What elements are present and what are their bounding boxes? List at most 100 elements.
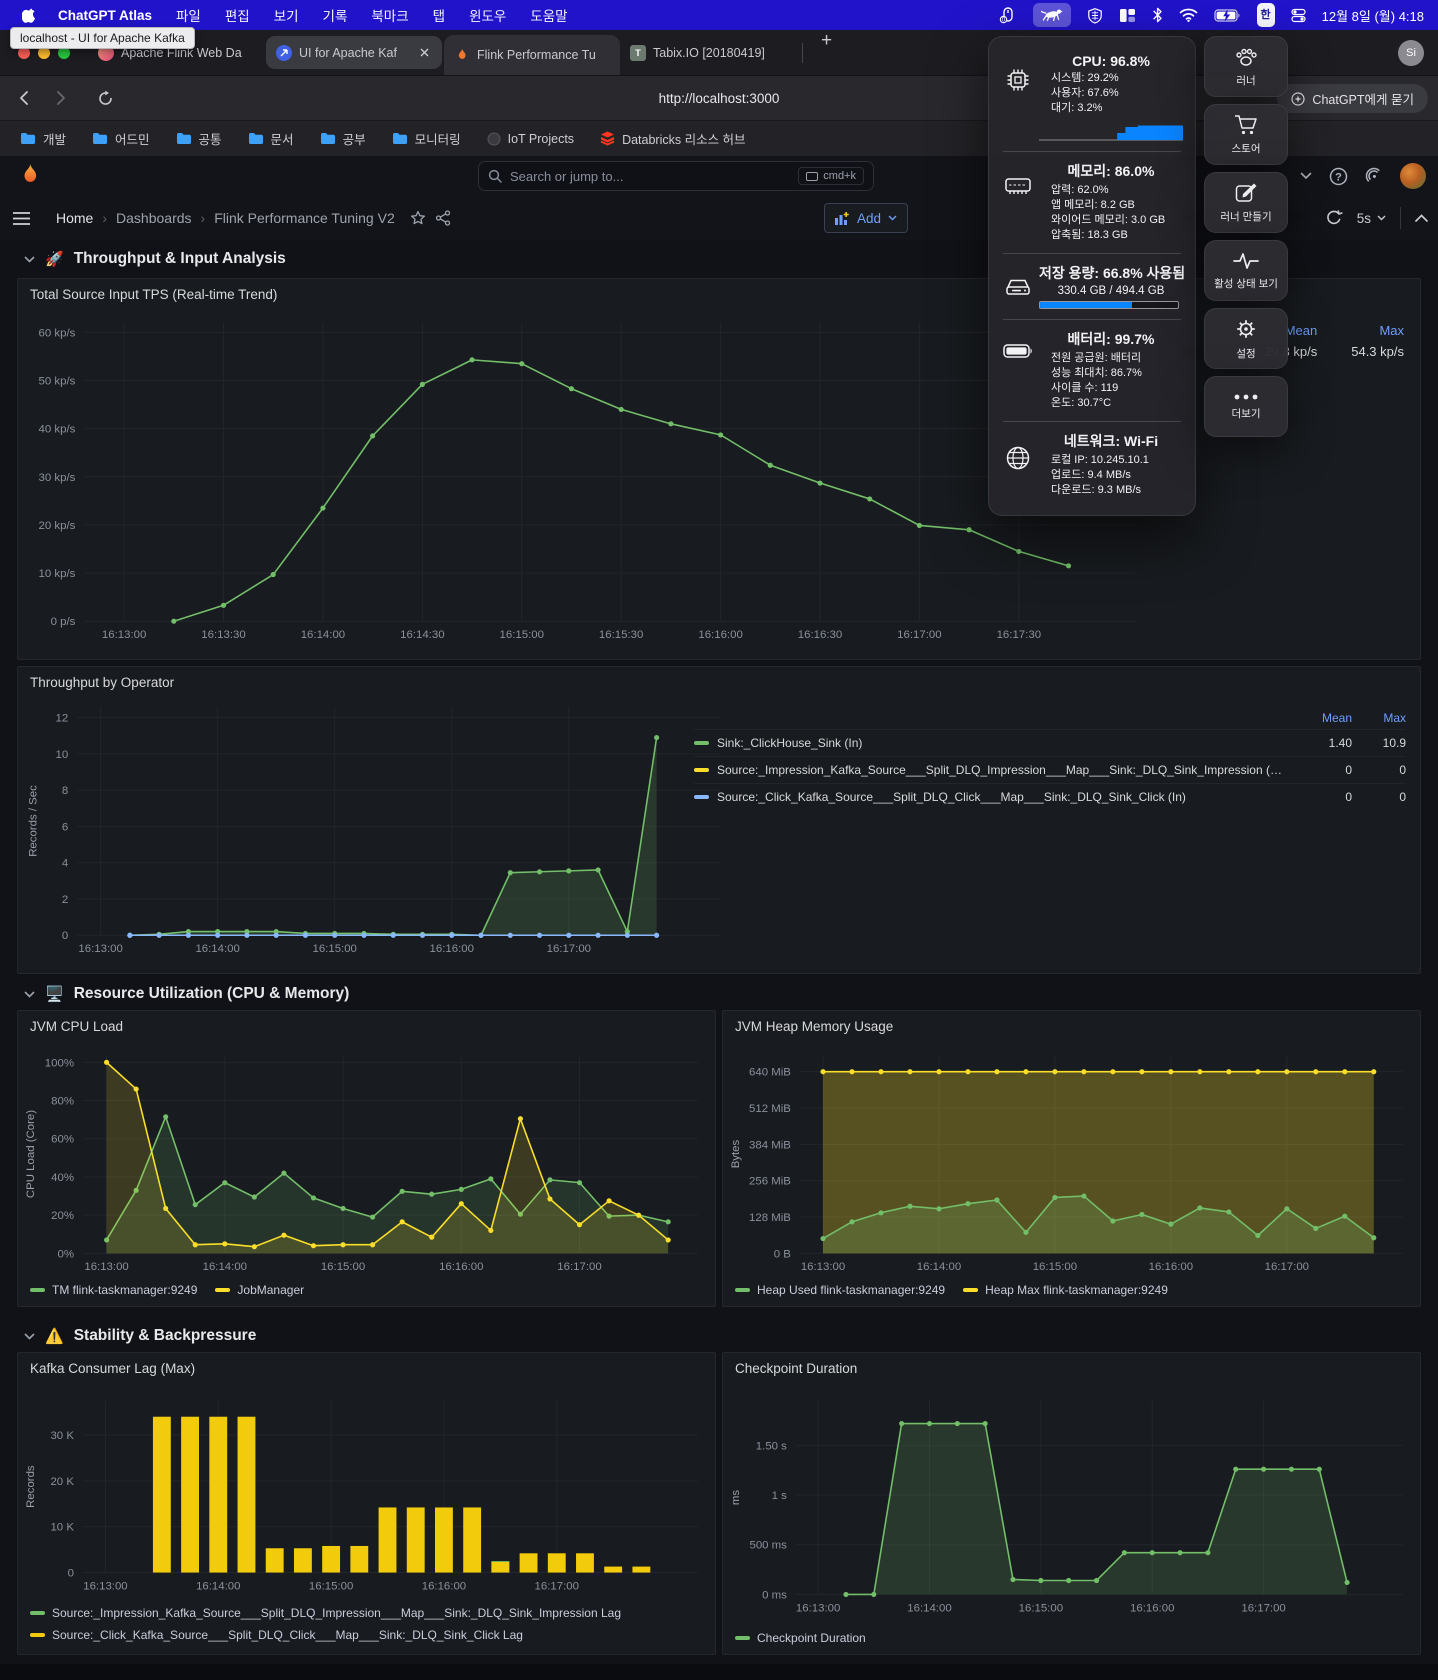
legend-table-row: Source:_Impression_Kafka_Source___Split_… <box>694 756 1406 783</box>
bookmark-item[interactable]: 어드민 <box>92 129 150 148</box>
battery-charging-icon[interactable] <box>1213 3 1241 27</box>
ellipsis-icon <box>1233 393 1259 401</box>
view-activity-button[interactable]: 활성 상태 보기 <box>1204 240 1288 301</box>
section-resource-utilization[interactable]: 🖥️ Resource Utilization (CPU & Memory) <box>24 985 349 1003</box>
create-runner-button[interactable]: 러너 만들기 <box>1204 172 1288 233</box>
menubar-menu[interactable]: 도움말 <box>530 5 567 25</box>
legend-item[interactable]: JobManager <box>215 1283 304 1297</box>
bookmark-item[interactable]: 모니터링 <box>392 129 461 148</box>
series-name[interactable]: Source:_Impression_Kafka_Source___Split_… <box>717 763 1282 777</box>
legend-item[interactable]: TM flink-taskmanager:9249 <box>30 1283 197 1297</box>
store-button[interactable]: 스토어 <box>1204 104 1288 165</box>
browser-tab[interactable]: UI for Apache Kaf <box>266 36 442 69</box>
bookmark-item[interactable]: 공부 <box>320 129 366 148</box>
storage-section: 저장 용량: 66.8% 사용됨 330.4 GB / 494.4 GB <box>989 256 1195 317</box>
svg-text:16:15:00: 16:15:00 <box>1019 1602 1063 1614</box>
mega-menu-icon[interactable] <box>6 203 36 233</box>
menubar-menu[interactable]: 보기 <box>274 5 299 25</box>
section-stability[interactable]: ⚠️ Stability & Backpressure <box>24 1327 256 1345</box>
shield-status-icon[interactable] <box>1087 3 1103 27</box>
panel-title[interactable]: Total Source Input TPS (Real-time Trend) <box>30 287 277 302</box>
panel-legend: Source:_Impression_Kafka_Source___Split_… <box>30 1606 621 1620</box>
runner-button[interactable]: 러너 <box>1204 36 1288 97</box>
runner-app-status-icon[interactable] <box>1032 3 1071 27</box>
menubar-menu[interactable]: 윈도우 <box>469 5 506 25</box>
folder-icon <box>21 133 35 144</box>
svg-text:40%: 40% <box>51 1172 74 1184</box>
new-tab-button[interactable]: + <box>809 30 844 75</box>
legend-item[interactable]: Checkpoint Duration <box>735 1631 866 1645</box>
breadcrumb-dashboards[interactable]: Dashboards <box>116 210 192 226</box>
news-rss-icon[interactable] <box>1365 167 1383 185</box>
svg-text:16:15:00: 16:15:00 <box>500 629 544 641</box>
input-source-badge[interactable]: 한 <box>1256 3 1275 27</box>
legend-item[interactable]: Heap Max flink-taskmanager:9249 <box>963 1283 1168 1297</box>
ask-chatgpt-button[interactable]: ChatGPT에게 묻기 <box>1277 84 1428 113</box>
bookmark-item[interactable]: 공통 <box>176 129 222 148</box>
svg-text:16:17:00: 16:17:00 <box>557 1261 601 1273</box>
collapse-header-chevron-icon[interactable] <box>1415 214 1428 222</box>
svg-text:384 MiB: 384 MiB <box>749 1139 791 1151</box>
back-button[interactable] <box>8 83 38 113</box>
menubar-menu[interactable]: 북마크 <box>371 5 408 25</box>
forward-button[interactable] <box>46 83 76 113</box>
more-button[interactable]: 더보기 <box>1204 376 1288 437</box>
gear-icon <box>1234 317 1258 341</box>
menubar-menu[interactable]: 기록 <box>323 5 348 25</box>
active-app-name[interactable]: ChatGPT Atlas <box>58 8 152 23</box>
bookmark-item[interactable]: 개발 <box>20 129 66 148</box>
memory-section: 메모리: 86.0% 압력: 62.0% 앱 메모리: 8.2 GB 와이어드 메모… <box>989 154 1195 251</box>
bookmark-item[interactable]: Databricks 리소스 허브 <box>600 129 746 148</box>
refresh-interval-picker[interactable]: 5s <box>1357 211 1386 226</box>
window-tiling-icon[interactable] <box>1119 3 1136 27</box>
panel-title[interactable]: JVM Heap Memory Usage <box>735 1019 893 1034</box>
legend-item[interactable]: Source:_Impression_Kafka_Source___Split_… <box>30 1606 621 1620</box>
refresh-icon[interactable] <box>1325 209 1343 227</box>
browser-profile-badge[interactable]: Si <box>1398 39 1424 66</box>
panel-legend: Heap Used flink-taskmanager:9249 Heap Max… <box>735 1283 1168 1297</box>
menubar-clock[interactable]: 12월 8일 (월) 4:18 <box>1322 6 1424 25</box>
bookmark-item[interactable]: IoT Projects <box>487 132 574 146</box>
network-stat-row: 업로드: 9.4 MB/s <box>1051 469 1131 481</box>
breadcrumb-current[interactable]: Flink Performance Tuning V2 <box>214 210 395 226</box>
grafana-logo-icon[interactable] <box>18 163 42 189</box>
legend-item[interactable]: Heap Used flink-taskmanager:9249 <box>735 1283 945 1297</box>
bluetooth-icon[interactable] <box>1152 3 1163 27</box>
bookmark-item[interactable]: 문서 <box>248 129 294 148</box>
share-icon[interactable] <box>435 210 451 226</box>
favorite-star-icon[interactable] <box>410 210 426 226</box>
org-switcher-chevron-icon[interactable] <box>1300 172 1312 180</box>
legend-max-header[interactable]: Max <box>1360 711 1406 725</box>
browser-tab[interactable]: Flink Performance Tu <box>444 35 620 75</box>
section-throughput[interactable]: 🚀 Throughput & Input Analysis <box>24 250 286 268</box>
legend-mean-header[interactable]: Mean <box>1290 711 1352 725</box>
svg-text:16:14:00: 16:14:00 <box>907 1602 951 1614</box>
panel-title[interactable]: Checkpoint Duration <box>735 1361 857 1376</box>
browser-tab[interactable]: T Tabix.IO [20180419] <box>620 30 796 75</box>
menubar-menu[interactable]: 탭 <box>433 5 445 25</box>
svg-text:40 kp/s: 40 kp/s <box>39 424 76 436</box>
legend-stat-header[interactable]: Max <box>1351 323 1404 338</box>
svg-text:16:16:00: 16:16:00 <box>698 629 742 641</box>
menubar-menu[interactable]: 편집 <box>225 5 250 25</box>
user-avatar[interactable] <box>1400 163 1426 189</box>
help-icon[interactable]: ? <box>1329 167 1348 186</box>
close-tab-icon[interactable] <box>416 45 432 61</box>
control-center-icon[interactable] <box>1291 3 1306 27</box>
add-panel-button[interactable]: Add <box>823 203 908 233</box>
panel-title[interactable]: Kafka Consumer Lag (Max) <box>30 1361 195 1376</box>
legend-item[interactable]: Source:_Click_Kafka_Source___Split_DLQ_C… <box>30 1628 523 1642</box>
add-panel-icon <box>834 211 849 225</box>
series-name[interactable]: Sink:_ClickHouse_Sink (In) <box>717 736 1282 750</box>
reload-button[interactable] <box>90 83 120 113</box>
menubar-menu[interactable]: 파일 <box>176 5 201 25</box>
settings-button[interactable]: 설정 <box>1204 308 1288 369</box>
panel-title[interactable]: Throughput by Operator <box>30 675 174 690</box>
panel-title[interactable]: JVM CPU Load <box>30 1019 123 1034</box>
wifi-icon[interactable] <box>1179 3 1198 27</box>
apple-logo-icon[interactable] <box>22 3 38 27</box>
series-name[interactable]: Source:_Click_Kafka_Source___Split_DLQ_C… <box>717 790 1282 804</box>
search-input[interactable]: Search or jump to... cmd+k <box>478 161 874 191</box>
breadcrumb-home[interactable]: Home <box>56 210 93 226</box>
mouse-status-icon[interactable]: 0 <box>999 3 1017 27</box>
